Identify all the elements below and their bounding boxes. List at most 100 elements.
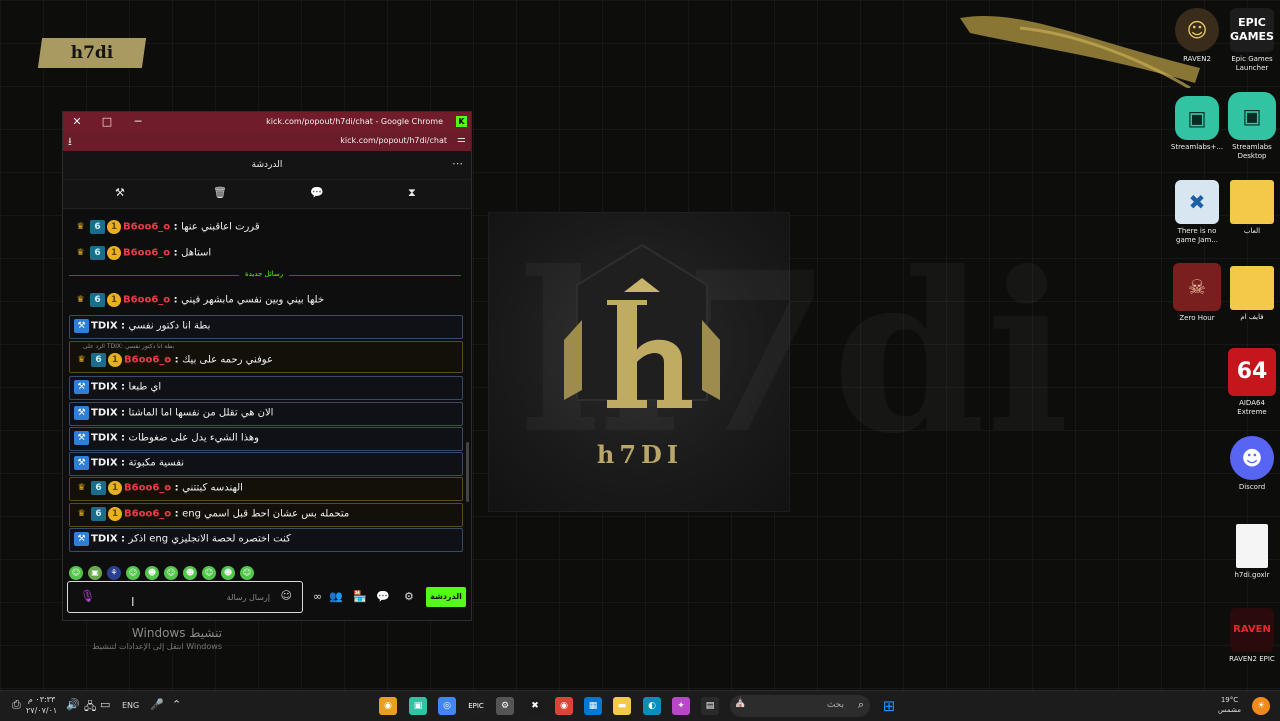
emote-icon[interactable]: ▣ bbox=[88, 566, 102, 580]
gifter-badge-icon: 1 bbox=[108, 481, 122, 495]
emote-icon[interactable]: ☻ bbox=[221, 566, 235, 580]
desktop-icon-zero-hour[interactable]: ☠ Zero Hour bbox=[1169, 263, 1225, 323]
quick-emotes-bar: ☺ ▣ ⚘ ☺ ☻ ☺ ☻ ☺ ☻ ☺ bbox=[69, 560, 259, 580]
message-text: خلها بيني وبين نفسي مابشهر فيني bbox=[181, 294, 325, 306]
close-icon[interactable]: ✕ bbox=[65, 112, 89, 131]
weather-widget[interactable]: 19°C مشمس bbox=[1218, 695, 1241, 715]
message-text: الهندسه كبتتني bbox=[182, 482, 243, 494]
desktop-icon-discord[interactable]: ☻ Discord bbox=[1224, 436, 1280, 492]
message-username[interactable]: B6oo6_o bbox=[124, 483, 171, 494]
notification-icon[interactable]: ⎙ bbox=[12, 698, 21, 712]
taskbar-chrome-canary-icon[interactable]: ◎ bbox=[438, 697, 456, 715]
message-username[interactable]: B6oo6_o bbox=[123, 222, 170, 233]
taskbar-copilot-icon[interactable]: ✦ bbox=[672, 697, 690, 715]
moderator-badge-icon: ⚒ bbox=[74, 406, 89, 420]
taskbar-time[interactable]: ٠٣:٣٣ م bbox=[26, 694, 57, 705]
emoji-picker-icon[interactable]: ☺ bbox=[281, 589, 292, 602]
more-options-icon[interactable]: ⋯ bbox=[452, 151, 463, 177]
desktop-icon-games-folder[interactable]: العاب bbox=[1224, 180, 1280, 236]
activate-windows-title: Windows تنشيط bbox=[131, 626, 222, 640]
taskbar-search[interactable]: ⛪ بحث ⌕ bbox=[730, 695, 870, 717]
download-icon[interactable]: ⭳ bbox=[68, 133, 72, 152]
message-username[interactable]: B6oo6_o bbox=[124, 355, 171, 366]
message-username[interactable]: TDIX bbox=[91, 382, 118, 393]
gear-icon[interactable]: ⚙ bbox=[404, 590, 414, 603]
emote-icon[interactable]: ☺ bbox=[126, 566, 140, 580]
emote-icon[interactable]: ☺ bbox=[240, 566, 254, 580]
taskbar-explorer-icon[interactable]: ▬ bbox=[613, 697, 631, 715]
hammer-icon[interactable]: ⚒ bbox=[115, 186, 125, 199]
chat-message-input[interactable] bbox=[118, 588, 272, 606]
emote-icon[interactable]: ☻ bbox=[145, 566, 159, 580]
chat-bubble-icon[interactable]: 💬 bbox=[376, 590, 390, 603]
message-username[interactable]: TDIX bbox=[91, 433, 118, 444]
desktop-icon-streamlabs-plus[interactable]: ▣ Streamlabs+... bbox=[1169, 96, 1225, 152]
taskbar-edge-icon[interactable]: ◐ bbox=[643, 697, 661, 715]
chat-input-box[interactable]: 🎙 ☺ bbox=[67, 581, 303, 613]
windows-start-icon[interactable]: ⊞ bbox=[880, 697, 898, 715]
chat-send-button[interactable]: الدردشة bbox=[426, 587, 466, 607]
taskbar-epic-games-icon[interactable]: EPIC bbox=[467, 697, 485, 715]
microphone-icon[interactable]: 🎤 bbox=[150, 698, 164, 711]
store-icon[interactable]: 🏪 bbox=[353, 590, 367, 603]
chat-message-reply: الرد على TDIX: بطة انا دكتور نفسي ♛ 6 1 B6o… bbox=[69, 341, 463, 373]
maximize-icon[interactable]: □ bbox=[95, 112, 119, 131]
chat-bubble-icon[interactable]: 💬 bbox=[310, 186, 324, 199]
message-text: عوفني رحمه على بيك bbox=[182, 354, 273, 366]
message-username[interactable]: B6oo6_o bbox=[124, 509, 171, 520]
desktop-icon-goxlr-file[interactable]: h7di.goxlr bbox=[1224, 524, 1280, 580]
network-icon[interactable]: 🖧 bbox=[84, 698, 96, 717]
hourglass-icon[interactable]: ⧗ bbox=[408, 186, 416, 200]
emote-icon[interactable]: ⚘ bbox=[107, 566, 121, 580]
battery-icon[interactable]: ▭ bbox=[100, 698, 110, 711]
message-username[interactable]: TDIX bbox=[91, 458, 118, 469]
desktop-icon-game-jam[interactable]: ✖ There is no game Jam... bbox=[1169, 180, 1225, 245]
trash-icon[interactable]: 🗑 bbox=[213, 186, 227, 199]
message-username[interactable]: B6oo6_o bbox=[123, 295, 170, 306]
message-username[interactable]: TDIX bbox=[91, 321, 118, 332]
minimize-icon[interactable]: ─ bbox=[126, 112, 150, 131]
chat-message: ⚒ TDIX : اي طبعا bbox=[69, 376, 463, 400]
desktop-icon-streamlabs[interactable]: ▣ Streamlabs Desktop bbox=[1224, 92, 1280, 161]
chat-scrollbar[interactable] bbox=[466, 442, 469, 502]
language-indicator[interactable]: ENG bbox=[122, 701, 139, 710]
taskbar-terminal-icon[interactable]: ✖ bbox=[526, 697, 544, 715]
desktop-icon-raven2-epic[interactable]: RAVEN RAVEN2 EPIC bbox=[1224, 608, 1280, 664]
gifter-badge-icon: 1 bbox=[107, 293, 121, 307]
url-text[interactable]: kick.com/popout/h7di/chat bbox=[340, 131, 447, 151]
infinity-icon[interactable]: ∞ bbox=[313, 590, 322, 603]
microphone-icon[interactable]: 🎙 bbox=[80, 589, 95, 603]
emote-icon[interactable]: ☺ bbox=[69, 566, 83, 580]
chevron-up-icon[interactable]: ⌃ bbox=[172, 698, 181, 711]
taskbar-store-icon[interactable]: ▦ bbox=[584, 697, 602, 715]
gold-brush-stroke bbox=[960, 16, 1200, 88]
mod-toolbar: ⚒ 🗑 💬 ⧗ bbox=[63, 180, 471, 209]
emote-icon[interactable]: ☺ bbox=[202, 566, 216, 580]
desktop-icon-raven2[interactable]: ☺ RAVEN2 bbox=[1169, 8, 1225, 64]
message-username[interactable]: TDIX bbox=[91, 408, 118, 419]
gifter-badge-icon: 1 bbox=[107, 220, 121, 234]
file-icon bbox=[1236, 524, 1268, 568]
message-username[interactable]: B6oo6_o bbox=[123, 248, 170, 259]
taskbar-streamlabs-icon[interactable]: ▣ bbox=[409, 697, 427, 715]
taskbar-app-icon[interactable]: ◉ bbox=[379, 697, 397, 715]
users-icon[interactable]: 👥 bbox=[329, 590, 343, 603]
taskbar-chrome-icon[interactable]: ◉ bbox=[555, 697, 573, 715]
message-username[interactable]: TDIX bbox=[91, 534, 118, 545]
browser-title-bar: ✕ □ ─ kick.com/popout/h7di/chat - Google… bbox=[63, 112, 471, 131]
desktop-icon-aida64[interactable]: 64 AIDA64 Extreme bbox=[1224, 348, 1280, 417]
taskbar-date[interactable]: ٢٧/٠٧/٠١ bbox=[26, 705, 57, 716]
emote-icon[interactable]: ☺ bbox=[164, 566, 178, 580]
desktop-icon-epic-games[interactable]: EPIC GAMES Epic Games Launcher bbox=[1224, 8, 1280, 73]
speaker-icon[interactable]: 🔊 bbox=[66, 698, 80, 711]
raven2-epic-icon: RAVEN bbox=[1230, 608, 1274, 652]
message-text: قررت اعاقبني عنها bbox=[181, 221, 260, 233]
taskbar: ⎙ ٠٣:٣٣ م ٢٧/٠٧/٠١ 🔊 🖧 ▭ ENG 🎤 ⌃ ◉ ▣ ◎ E… bbox=[0, 690, 1280, 721]
gifter-badge-icon: 1 bbox=[107, 246, 121, 260]
emote-icon[interactable]: ☻ bbox=[183, 566, 197, 580]
site-settings-icon[interactable]: ⚌ bbox=[457, 134, 466, 145]
taskbar-settings-icon[interactable]: ⚙ bbox=[496, 697, 514, 715]
chat-header: الدردشة ⋯ bbox=[63, 151, 471, 180]
taskbar-app-window-icon[interactable]: ▤ bbox=[701, 697, 719, 715]
desktop-icon-fivem-folder[interactable]: فايف ام bbox=[1224, 266, 1280, 322]
